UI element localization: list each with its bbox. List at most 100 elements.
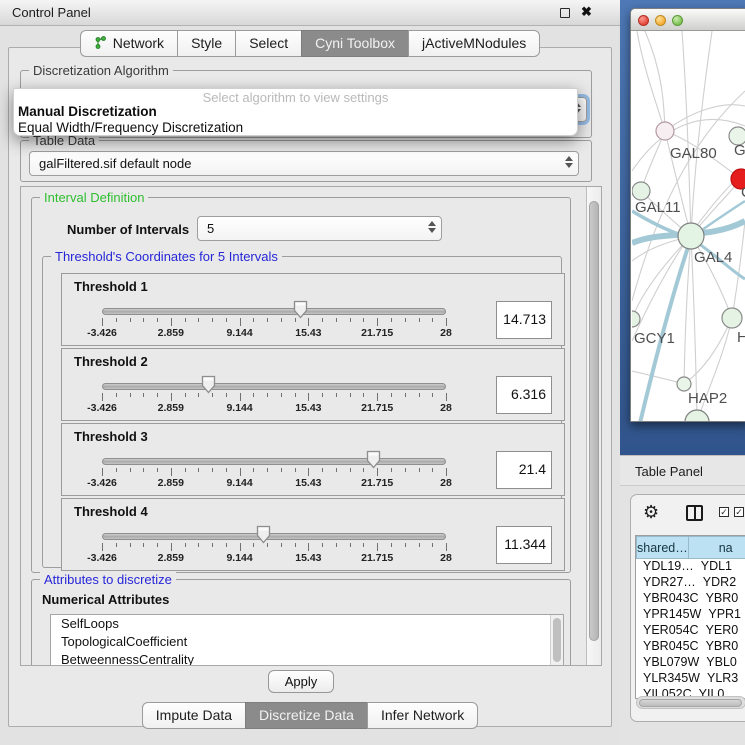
tab-jactivemnodules-label: jActiveMNodules	[422, 35, 526, 51]
columns-icon[interactable]	[686, 505, 703, 521]
table-row[interactable]: YDL19…YDL1	[636, 559, 745, 575]
table-row[interactable]: YBR043CYBR0	[636, 591, 745, 607]
apply-button[interactable]: Apply	[268, 670, 334, 693]
settings-vertical-scrollbar[interactable]	[586, 187, 601, 665]
tick-label: 2.859	[158, 402, 184, 414]
dropdown-item-manual-discretization[interactable]: Manual Discretization	[14, 104, 577, 120]
gal11-node[interactable]	[632, 182, 650, 200]
cell-shared-name: YLR345W	[636, 671, 700, 687]
slider-track[interactable]	[102, 308, 446, 315]
slider-track[interactable]	[102, 383, 446, 390]
tick-label: 2.859	[158, 477, 184, 489]
table-row[interactable]: YDR27…YDR2	[636, 575, 745, 591]
mac-minimize-icon[interactable]	[655, 15, 666, 26]
tick-label: 9.144	[226, 552, 252, 564]
number-of-intervals-combobox[interactable]: 5	[197, 216, 442, 241]
table-header-row: shared… na	[636, 536, 745, 559]
threshold-value-field[interactable]: 14.713	[496, 301, 552, 339]
table-row[interactable]: YPR145WYPR1	[636, 607, 745, 623]
tick-label: 28	[440, 552, 452, 564]
attributes-group: Attributes to discretize Numerical Attri…	[31, 579, 571, 666]
interval-definition-group: Interval Definition Number of Intervals …	[31, 197, 571, 573]
tab-style[interactable]: Style	[177, 30, 235, 57]
mac-zoom-icon[interactable]	[672, 15, 683, 26]
cell-name: YDL1	[694, 559, 745, 575]
tick-label: 15.43	[295, 477, 321, 489]
tab-cyni-toolbox[interactable]: Cyni Toolbox	[301, 30, 408, 57]
mac-close-icon[interactable]	[638, 15, 649, 26]
tick-label: 28	[440, 477, 452, 489]
tab-infer-network[interactable]: Infer Network	[367, 702, 478, 729]
discretization-algorithm-group-title: Discretization Algorithm	[29, 63, 173, 78]
slider-thumb[interactable]	[201, 375, 216, 394]
tab-jactivemnodules[interactable]: jActiveMNodules	[408, 30, 540, 57]
column-header-name[interactable]: na	[689, 536, 745, 559]
tick-label: 9.144	[226, 477, 252, 489]
threshold-slider[interactable]: -3.4262.8599.14415.4321.71528	[102, 424, 446, 497]
threshold-value-field[interactable]: 11.344	[496, 526, 552, 564]
table-data-selected-value: galFiltered.sif default node	[39, 156, 191, 171]
node-table[interactable]: shared… na YDL19…YDL1YDR27…YDR2YBR043CYB…	[635, 535, 745, 699]
tick-label: 15.43	[295, 327, 321, 339]
threshold-coordinates-group: Threshold's Coordinates for 5 Intervals …	[42, 256, 562, 568]
tick-label: 9.144	[226, 327, 252, 339]
control-panel-window: Control Panel ✖ Network Style Select Cyn…	[0, 0, 620, 745]
checkbox-icon[interactable]: ✓	[719, 507, 729, 517]
threshold-value-field[interactable]: 6.316	[496, 376, 552, 414]
tab-network[interactable]: Network	[80, 30, 177, 57]
tab-infer-network-label: Infer Network	[381, 707, 464, 723]
slider-thumb[interactable]	[256, 525, 271, 544]
gear-icon[interactable]: ⚙	[643, 502, 659, 523]
slider-track[interactable]	[102, 458, 446, 465]
slider-track[interactable]	[102, 533, 446, 540]
hap2-node[interactable]	[677, 377, 691, 391]
control-panel-titlebar[interactable]: Control Panel ✖	[0, 0, 620, 26]
table-row[interactable]: YBL079WYBL0	[636, 655, 745, 671]
gcy1-node[interactable]	[632, 311, 640, 327]
node-label-h: H	[737, 329, 745, 346]
network-canvas[interactable]: GAL80GACGAL11GAL4GCY1HHAP2	[632, 31, 745, 422]
numerical-attributes-list[interactable]: SelfLoopsTopologicalCoefficientBetweenne…	[50, 614, 564, 666]
network-window-titlebar[interactable]	[631, 9, 745, 31]
dropdown-placeholder-item[interactable]: Select algorithm to view settings	[14, 89, 577, 104]
tick-label: 28	[440, 327, 452, 339]
threshold-value-field[interactable]: 21.4	[496, 451, 552, 489]
table-data-combobox[interactable]: galFiltered.sif default node	[29, 151, 579, 176]
dropdown-item-equal-width[interactable]: Equal Width/Frequency Discretization	[14, 120, 577, 136]
tab-discretize-data[interactable]: Discretize Data	[245, 702, 367, 729]
threshold-slider[interactable]: -3.4262.8599.14415.4321.71528	[102, 349, 446, 422]
threshold-slider[interactable]: -3.4262.8599.14415.4321.71528	[102, 499, 446, 572]
tab-network-label: Network	[113, 35, 164, 51]
slider-thumb[interactable]	[293, 300, 308, 319]
attribute-list-item[interactable]: BetweennessCentrality	[51, 651, 563, 666]
close-icon[interactable]: ✖	[581, 4, 592, 20]
table-data-group: Table Data galFiltered.sif default node	[20, 140, 592, 182]
attributes-list-scrollbar[interactable]	[550, 615, 563, 666]
tab-select[interactable]: Select	[235, 30, 301, 57]
tab-style-label: Style	[191, 35, 222, 51]
tab-discretize-data-label: Discretize Data	[259, 707, 354, 723]
tab-cyni-toolbox-label: Cyni Toolbox	[315, 35, 395, 51]
slider-thumb[interactable]	[366, 450, 381, 469]
pink-node[interactable]	[656, 122, 674, 140]
table-panel-titlebar[interactable]: Table Panel	[620, 455, 745, 486]
float-window-icon[interactable]	[560, 8, 570, 18]
node-label-gal11: GAL11	[635, 199, 681, 216]
column-header-shared-name[interactable]: shared…	[636, 536, 689, 559]
table-horizontal-scrollbar[interactable]	[636, 696, 745, 709]
cell-shared-name: YDR27…	[636, 575, 696, 591]
bottom-node[interactable]	[685, 410, 709, 422]
cell-name: YDR2	[696, 575, 745, 591]
table-row[interactable]: YLR345WYLR3	[636, 671, 745, 687]
table-row[interactable]: YBR045CYBR0	[636, 639, 745, 655]
attribute-list-item[interactable]: SelfLoops	[51, 615, 563, 633]
checkbox-icon[interactable]: ✓	[734, 507, 744, 517]
cell-name: YBR0	[699, 639, 745, 655]
threshold-slider[interactable]: -3.4262.8599.14415.4321.71528	[102, 274, 446, 347]
h-node[interactable]	[722, 308, 742, 328]
attribute-list-item[interactable]: TopologicalCoefficient	[51, 633, 563, 651]
network-view-window[interactable]: GAL80GACGAL11GAL4GCY1HHAP2	[630, 8, 745, 422]
gal4-node[interactable]	[678, 223, 704, 249]
tab-impute-data[interactable]: Impute Data	[142, 702, 245, 729]
table-row[interactable]: YER054CYER0	[636, 623, 745, 639]
